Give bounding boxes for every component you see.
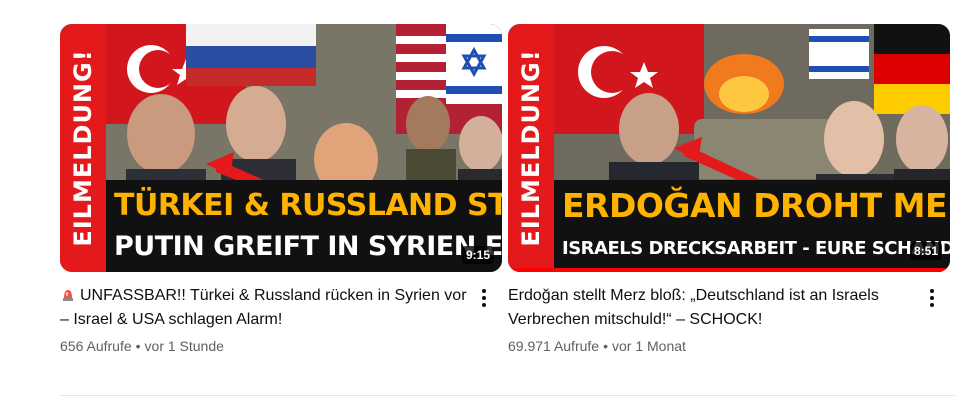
breaking-news-strip: EILMELDUNG! bbox=[60, 24, 106, 272]
thumbnail-headline-2: PUTIN GREIFT IN SYRIEN EIN! bbox=[114, 231, 502, 262]
more-options-button[interactable] bbox=[472, 284, 496, 312]
video-title-text: UNFASSBAR!! Türkei & Russland rücken in … bbox=[60, 287, 467, 328]
more-options-dot bbox=[930, 289, 934, 293]
more-options-dot bbox=[930, 303, 934, 307]
breaking-news-label: EILMELDUNG! bbox=[517, 49, 545, 247]
section-divider bbox=[60, 395, 955, 396]
video-stats: 69.971 Aufrufe • vor 1 Monat bbox=[508, 338, 916, 354]
more-options-dot bbox=[482, 303, 486, 307]
meta-separator: • bbox=[135, 338, 141, 354]
video-stats: 656 Aufrufe • vor 1 Stunde bbox=[60, 338, 468, 354]
video-duration: 8:51 bbox=[909, 242, 942, 260]
breaking-news-strip: EILMELDUNG! bbox=[508, 24, 554, 272]
thumbnail-headline-1: ERDOĞAN DROHT MERZ! bbox=[562, 186, 950, 225]
video-title[interactable]: Erdoğan stellt Merz bloß: „Deutschland i… bbox=[508, 284, 916, 332]
view-count: 656 Aufrufe bbox=[60, 338, 132, 354]
alarm-light-icon bbox=[63, 290, 73, 301]
video-thumbnail[interactable]: EILMELDUNG! TÜRKEI & RUSSLAND STARTEN! P… bbox=[60, 24, 502, 272]
video-title-text: Erdoğan stellt Merz bloß: „Deutschland i… bbox=[508, 287, 879, 328]
more-options-button[interactable] bbox=[920, 284, 944, 312]
video-title[interactable]: UNFASSBAR!! Türkei & Russland rücken in … bbox=[60, 284, 468, 332]
meta-separator: • bbox=[603, 338, 608, 354]
watch-progress-fill bbox=[508, 268, 950, 272]
thumbnail-headline-banner: TÜRKEI & RUSSLAND STARTEN! PUTIN GREIFT … bbox=[106, 180, 502, 272]
video-duration: 9:15 bbox=[461, 246, 494, 264]
view-count: 69.971 Aufrufe bbox=[508, 338, 600, 354]
upload-age: vor 1 Monat bbox=[611, 338, 686, 354]
video-meta: UNFASSBAR!! Türkei & Russland rücken in … bbox=[60, 284, 502, 354]
thumbnail-headline-banner: ERDOĞAN DROHT MERZ! ISRAELS DRECKSARBEIT… bbox=[554, 180, 950, 272]
more-options-dot bbox=[930, 296, 934, 300]
watch-progress-bar bbox=[508, 268, 950, 272]
more-options-dot bbox=[482, 296, 486, 300]
video-thumbnail[interactable]: EILMELDUNG! ERDOĞAN DROHT MERZ! ISRAELS … bbox=[508, 24, 950, 272]
thumbnail-headline-1: TÜRKEI & RUSSLAND STARTEN! bbox=[114, 188, 502, 223]
upload-age: vor 1 Stunde bbox=[144, 338, 224, 354]
more-options-dot bbox=[482, 289, 486, 293]
video-meta: Erdoğan stellt Merz bloß: „Deutschland i… bbox=[508, 284, 950, 354]
thumbnail-headline-2: ISRAELS DRECKSARBEIT - EURE SCHANDE! bbox=[562, 238, 950, 259]
breaking-news-label: EILMELDUNG! bbox=[69, 49, 97, 247]
video-card[interactable]: EILMELDUNG! TÜRKEI & RUSSLAND STARTEN! P… bbox=[60, 24, 502, 354]
video-card[interactable]: EILMELDUNG! ERDOĞAN DROHT MERZ! ISRAELS … bbox=[508, 24, 950, 354]
